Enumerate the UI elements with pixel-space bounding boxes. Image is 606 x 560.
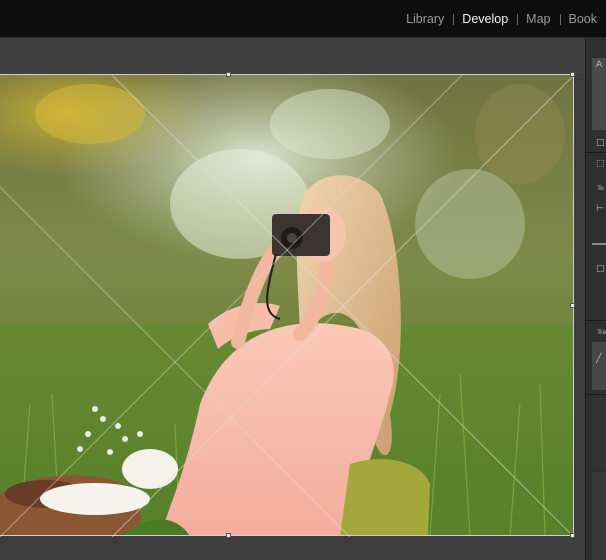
targeted-adjust-icon[interactable]: ╱: [596, 354, 601, 364]
angle-slider[interactable]: [592, 243, 606, 245]
panel-divider: [586, 320, 606, 321]
photo-preview[interactable]: [0, 74, 574, 536]
crop-tool-icon[interactable]: ⬚: [596, 159, 605, 169]
crop-handle-top[interactable]: [226, 72, 231, 77]
module-map[interactable]: Map: [517, 12, 559, 26]
crop-handle-top-right[interactable]: [570, 72, 575, 77]
tone-curve-preview: [592, 342, 606, 390]
crop-handle-bottom[interactable]: [226, 533, 231, 538]
module-bar: Library Develop Map Book: [0, 0, 606, 38]
module-develop[interactable]: Develop: [453, 12, 517, 26]
crop-handle-bottom-right[interactable]: [570, 533, 575, 538]
lock-checkbox-icon[interactable]: □: [596, 264, 605, 274]
panel-divider: [586, 152, 606, 153]
module-book[interactable]: Book: [559, 12, 606, 26]
module-picker: Library Develop Map Book: [397, 0, 606, 37]
checkbox-icon[interactable]: □: [596, 138, 605, 148]
curve-area[interactable]: [592, 398, 606, 468]
image-canvas: [0, 72, 585, 560]
tone-header: Tre: [597, 328, 606, 336]
straighten-icon[interactable]: ⊢: [596, 204, 604, 214]
panel-divider: [586, 394, 606, 395]
tools-header: To: [597, 184, 604, 192]
module-library[interactable]: Library: [397, 12, 453, 26]
crop-handle-right[interactable]: [570, 303, 575, 308]
clipping-indicator-icon[interactable]: A: [596, 60, 602, 70]
filmstrip-header: [0, 38, 585, 74]
right-panel: A □ ⬚ To ⊢ □ Tre ╱: [585, 38, 606, 560]
curve-area-lower[interactable]: [592, 472, 606, 560]
photo-image: [0, 74, 574, 536]
